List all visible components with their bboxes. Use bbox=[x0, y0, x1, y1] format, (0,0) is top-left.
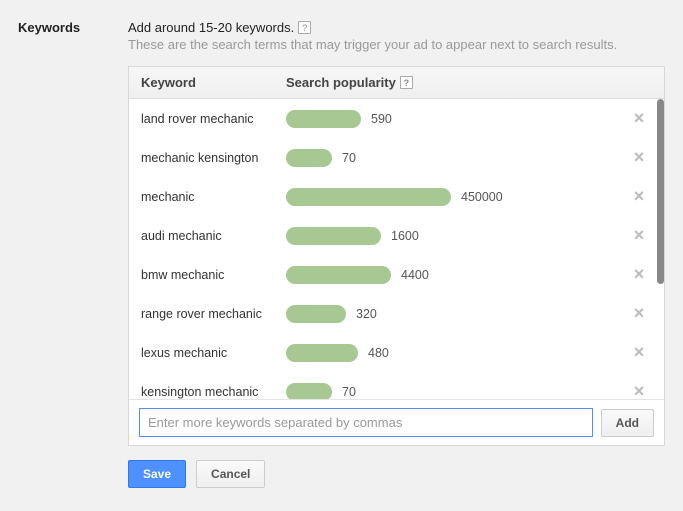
keyword-name: land rover mechanic bbox=[141, 112, 286, 126]
popularity-bar bbox=[286, 149, 332, 167]
popularity-bar bbox=[286, 344, 358, 362]
scrollbar[interactable] bbox=[657, 99, 664, 284]
popularity-value: 70 bbox=[342, 385, 356, 399]
popularity-value: 70 bbox=[342, 151, 356, 165]
table-row: mechanic 450000 × bbox=[129, 177, 664, 216]
actions-row: Save Cancel bbox=[128, 460, 665, 488]
remove-icon[interactable]: × bbox=[626, 147, 652, 168]
popularity-bar bbox=[286, 383, 332, 400]
popularity-cell: 70 bbox=[286, 383, 626, 400]
popularity-cell: 450000 bbox=[286, 188, 626, 206]
remove-icon[interactable]: × bbox=[626, 264, 652, 285]
keyword-name: range rover mechanic bbox=[141, 307, 286, 321]
popularity-cell: 70 bbox=[286, 149, 626, 167]
popularity-value: 4400 bbox=[401, 268, 429, 282]
keyword-name: mechanic kensington bbox=[141, 151, 286, 165]
popularity-bar bbox=[286, 266, 391, 284]
table-row: audi mechanic 1600 × bbox=[129, 216, 664, 255]
add-keyword-row: Add bbox=[129, 399, 664, 445]
keywords-panel: Keyword Search popularity ? land rover m… bbox=[128, 66, 665, 446]
remove-icon[interactable]: × bbox=[626, 225, 652, 246]
table-row: lexus mechanic 480 × bbox=[129, 333, 664, 372]
remove-icon[interactable]: × bbox=[626, 186, 652, 207]
keyword-name: audi mechanic bbox=[141, 229, 286, 243]
table-row: land rover mechanic 590 × bbox=[129, 99, 664, 138]
popularity-cell: 4400 bbox=[286, 266, 626, 284]
keyword-name: mechanic bbox=[141, 190, 286, 204]
table-row: bmw mechanic 4400 × bbox=[129, 255, 664, 294]
header-keyword: Keyword bbox=[141, 75, 286, 90]
table-row: mechanic kensington 70 × bbox=[129, 138, 664, 177]
table-row: range rover mechanic 320 × bbox=[129, 294, 664, 333]
instruction-subtext: These are the search terms that may trig… bbox=[128, 37, 665, 52]
instruction-text: Add around 15-20 keywords. bbox=[128, 20, 294, 35]
keyword-name: kensington mechanic bbox=[141, 385, 286, 399]
remove-icon[interactable]: × bbox=[626, 381, 652, 399]
popularity-bar bbox=[286, 305, 346, 323]
help-icon[interactable]: ? bbox=[400, 76, 413, 89]
keyword-name: bmw mechanic bbox=[141, 268, 286, 282]
help-icon[interactable]: ? bbox=[298, 21, 311, 34]
remove-icon[interactable]: × bbox=[626, 342, 652, 363]
popularity-bar bbox=[286, 227, 381, 245]
popularity-bar bbox=[286, 188, 451, 206]
popularity-value: 1600 bbox=[391, 229, 419, 243]
popularity-value: 590 bbox=[371, 112, 392, 126]
table-header: Keyword Search popularity ? bbox=[129, 67, 664, 99]
table-row: kensington mechanic 70 × bbox=[129, 372, 664, 399]
popularity-cell: 480 bbox=[286, 344, 626, 362]
popularity-value: 450000 bbox=[461, 190, 503, 204]
keywords-list: land rover mechanic590×mechanic kensingt… bbox=[129, 99, 664, 399]
popularity-value: 480 bbox=[368, 346, 389, 360]
save-button[interactable]: Save bbox=[128, 460, 186, 488]
remove-icon[interactable]: × bbox=[626, 108, 652, 129]
keyword-input[interactable] bbox=[139, 408, 593, 437]
keyword-name: lexus mechanic bbox=[141, 346, 286, 360]
popularity-cell: 590 bbox=[286, 110, 626, 128]
popularity-cell: 320 bbox=[286, 305, 626, 323]
popularity-cell: 1600 bbox=[286, 227, 626, 245]
popularity-value: 320 bbox=[356, 307, 377, 321]
remove-icon[interactable]: × bbox=[626, 303, 652, 324]
section-title: Keywords bbox=[18, 20, 128, 35]
cancel-button[interactable]: Cancel bbox=[196, 460, 265, 488]
header-popularity: Search popularity bbox=[286, 75, 396, 90]
add-button[interactable]: Add bbox=[601, 409, 654, 437]
popularity-bar bbox=[286, 110, 361, 128]
